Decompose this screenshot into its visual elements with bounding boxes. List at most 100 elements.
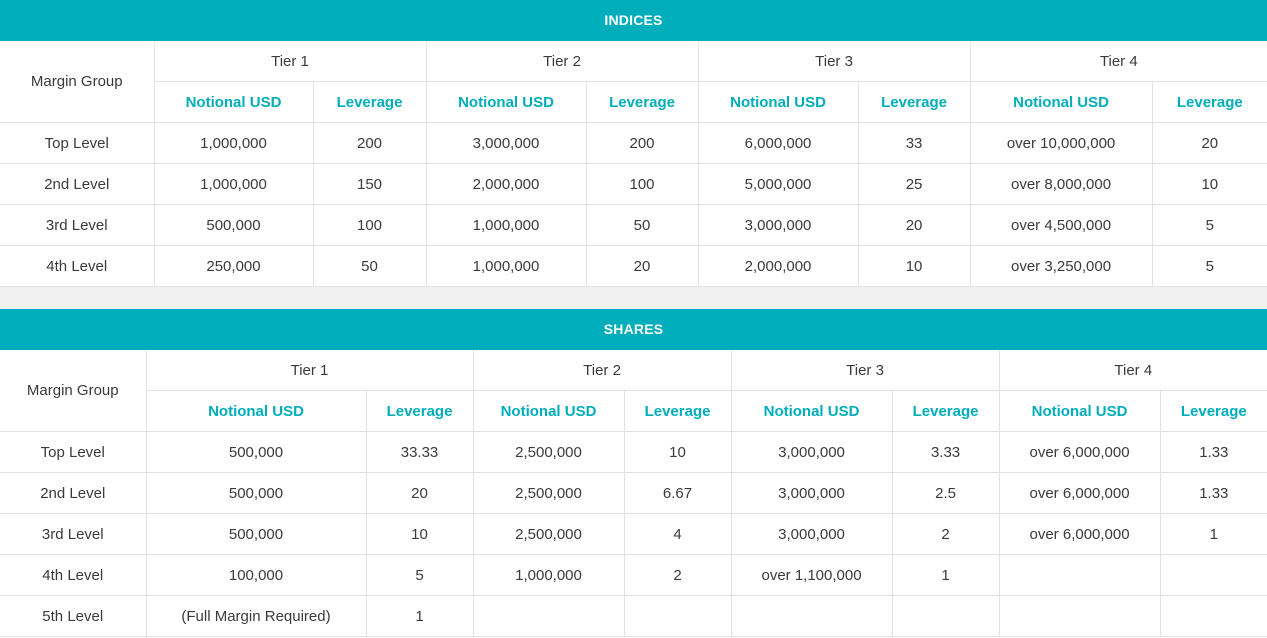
notional-cell: 6,000,000 <box>697 122 859 164</box>
notional-cell: over 10,000,000 <box>969 122 1153 164</box>
tier-header: Tier 2 <box>425 41 699 82</box>
notional-header: Notional USD <box>730 390 893 432</box>
margin-group-cell: 4th Level <box>0 554 147 596</box>
leverage-cell: 10 <box>857 245 971 287</box>
tier-header: Tier 3 <box>730 350 1000 391</box>
leverage-cell: 200 <box>312 122 427 164</box>
indices-tier-header-row: Margin Group Tier 1 Tier 2 Tier 3 Tier 4 <box>0 41 1267 123</box>
leverage-cell: 1 <box>1159 513 1267 555</box>
leverage-cell: 1.33 <box>1159 472 1267 514</box>
notional-cell: 2,000,000 <box>697 245 859 287</box>
leverage-header: Leverage <box>623 390 732 432</box>
tier-header: Tier 2 <box>472 350 732 391</box>
leverage-cell: 1 <box>365 595 474 637</box>
leverage-cell: 50 <box>585 204 699 246</box>
leverage-cell <box>1159 554 1267 596</box>
notional-cell: 1,000,000 <box>153 163 314 205</box>
table-row: 5th Level (Full Margin Required) 1 <box>0 595 1267 637</box>
leverage-header: Leverage <box>1151 81 1267 123</box>
margin-group-cell: Top Level <box>0 431 147 473</box>
notional-header: Notional USD <box>998 390 1161 432</box>
margin-group-cell: 4th Level <box>0 245 155 287</box>
table-row: 4th Level 100,000 5 1,000,000 2 over 1,100,00… <box>0 554 1267 596</box>
leverage-header: Leverage <box>585 81 699 123</box>
leverage-cell <box>623 595 732 637</box>
shares-tier-header-row: Margin Group Tier 1 Tier 2 Tier 3 Tier 4 <box>0 350 1267 432</box>
leverage-header: Leverage <box>312 81 427 123</box>
indices-subheader-row: Notional USD Leverage Notional USD Lever… <box>0 81 1267 123</box>
shares-subheader-row: Notional USD Leverage Notional USD Lever… <box>0 390 1267 432</box>
leverage-cell: 6.67 <box>623 472 732 514</box>
table-row: 3rd Level 500,000 100 1,000,000 50 3,000,000 2… <box>0 204 1267 246</box>
leverage-cell: 20 <box>365 472 474 514</box>
leverage-cell: 33 <box>857 122 971 164</box>
notional-cell: 250,000 <box>153 245 314 287</box>
leverage-cell: 1.33 <box>1159 431 1267 473</box>
leverage-cell: 2 <box>623 554 732 596</box>
notional-cell: 3,000,000 <box>730 431 893 473</box>
notional-header: Notional USD <box>472 390 625 432</box>
table-row: 2nd Level 1,000,000 150 2,000,000 100 5,000,0… <box>0 163 1267 205</box>
indices-section: INDICES Margin Group Tier 1 Tier 2 Tier … <box>0 0 1267 287</box>
notional-cell: 2,500,000 <box>472 472 625 514</box>
notional-cell: over 6,000,000 <box>998 431 1161 473</box>
leverage-cell: 3.33 <box>891 431 1000 473</box>
notional-cell: 1,000,000 <box>472 554 625 596</box>
leverage-cell: 5 <box>1151 204 1267 246</box>
leverage-cell: 150 <box>312 163 427 205</box>
section-gap <box>0 287 1267 309</box>
notional-header: Notional USD <box>425 81 587 123</box>
margin-group-header: Margin Group <box>0 350 147 432</box>
leverage-cell: 100 <box>585 163 699 205</box>
notional-cell: 2,500,000 <box>472 513 625 555</box>
leverage-cell: 20 <box>585 245 699 287</box>
notional-cell: 3,000,000 <box>697 204 859 246</box>
margin-group-header: Margin Group <box>0 41 155 123</box>
shares-table: Margin Group Tier 1 Tier 2 Tier 3 Tier 4… <box>0 350 1267 637</box>
table-row: 4th Level 250,000 50 1,000,000 20 2,000,000 10… <box>0 245 1267 287</box>
notional-cell: (Full Margin Required) <box>145 595 367 637</box>
table-row: Top Level 500,000 33.33 2,500,000 10 3,000,00… <box>0 431 1267 473</box>
leverage-cell: 10 <box>1151 163 1267 205</box>
tier-header: Tier 3 <box>697 41 971 82</box>
leverage-cell: 2.5 <box>891 472 1000 514</box>
notional-cell: 500,000 <box>153 204 314 246</box>
margin-group-cell: Top Level <box>0 122 155 164</box>
notional-cell: over 8,000,000 <box>969 163 1153 205</box>
notional-cell: 3,000,000 <box>730 513 893 555</box>
notional-cell <box>998 554 1161 596</box>
leverage-cell: 20 <box>857 204 971 246</box>
notional-cell <box>730 595 893 637</box>
indices-table: Margin Group Tier 1 Tier 2 Tier 3 Tier 4… <box>0 41 1267 287</box>
leverage-cell: 1 <box>891 554 1000 596</box>
margin-group-cell: 3rd Level <box>0 204 155 246</box>
notional-cell: 1,000,000 <box>425 245 587 287</box>
notional-cell: over 6,000,000 <box>998 513 1161 555</box>
margin-group-cell: 5th Level <box>0 595 147 637</box>
margin-group-cell: 2nd Level <box>0 472 147 514</box>
leverage-cell: 10 <box>365 513 474 555</box>
leverage-header: Leverage <box>1159 390 1267 432</box>
shares-title: SHARES <box>0 309 1267 350</box>
leverage-cell: 4 <box>623 513 732 555</box>
leverage-cell: 2 <box>891 513 1000 555</box>
tier-header: Tier 1 <box>145 350 474 391</box>
leverage-cell: 5 <box>1151 245 1267 287</box>
leverage-cell: 50 <box>312 245 427 287</box>
leverage-cell: 5 <box>365 554 474 596</box>
notional-cell <box>472 595 625 637</box>
leverage-cell: 10 <box>623 431 732 473</box>
notional-cell: over 4,500,000 <box>969 204 1153 246</box>
notional-cell: 500,000 <box>145 431 367 473</box>
notional-cell: 2,000,000 <box>425 163 587 205</box>
leverage-header: Leverage <box>891 390 1000 432</box>
notional-cell: over 6,000,000 <box>998 472 1161 514</box>
notional-cell: 1,000,000 <box>425 204 587 246</box>
table-row: 3rd Level 500,000 10 2,500,000 4 3,000,000 2 ov… <box>0 513 1267 555</box>
indices-title: INDICES <box>0 0 1267 41</box>
notional-cell: 1,000,000 <box>153 122 314 164</box>
table-row: Top Level 1,000,000 200 3,000,000 200 6,000,0… <box>0 122 1267 164</box>
notional-header: Notional USD <box>697 81 859 123</box>
leverage-cell <box>891 595 1000 637</box>
leverage-header: Leverage <box>365 390 474 432</box>
